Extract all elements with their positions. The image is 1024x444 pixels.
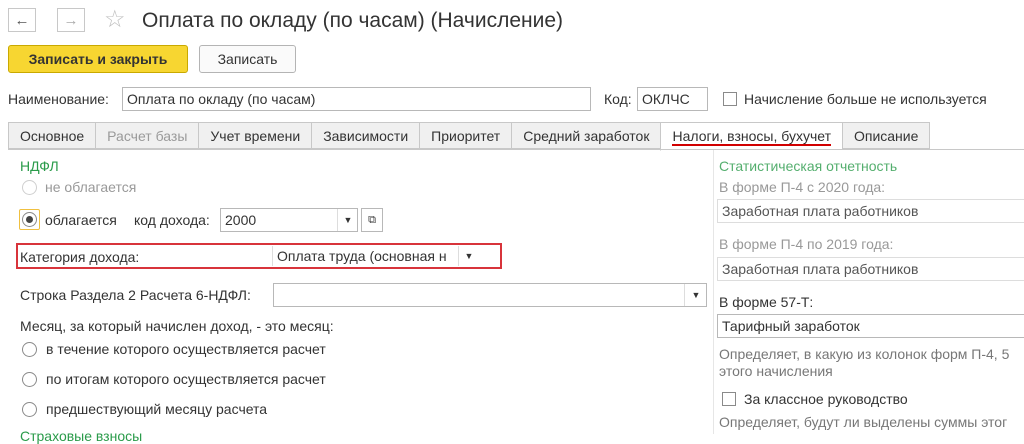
income-code-label: код дохода: bbox=[134, 212, 210, 228]
tab-base-calc[interactable]: Расчет базы bbox=[95, 122, 199, 149]
p4-2019-label: В форме П-4 по 2019 года: bbox=[719, 236, 894, 252]
class-guidance-label: За классное руководство bbox=[744, 391, 908, 407]
hint-line: Определяет, в какую из колонок форм П-4,… bbox=[719, 346, 1010, 362]
income-category-label: Категория дохода: bbox=[20, 249, 140, 265]
name-label: Наименование: bbox=[8, 91, 109, 107]
tab-time-tracking[interactable]: Учет времени bbox=[198, 122, 312, 149]
favorite-star-icon[interactable]: ☆ bbox=[104, 5, 126, 34]
p4-2020-label: В форме П-4 с 2020 года: bbox=[719, 179, 886, 195]
back-button[interactable]: ← bbox=[8, 8, 36, 32]
save-and-close-button[interactable]: Записать и закрыть bbox=[8, 45, 188, 73]
not-taxed-radio[interactable] bbox=[22, 180, 37, 195]
tab-panel-border bbox=[8, 149, 1024, 150]
taxed-label: облагается bbox=[45, 212, 117, 228]
chevron-down-icon[interactable]: ▼ bbox=[684, 284, 707, 306]
class-guidance-checkbox[interactable] bbox=[722, 392, 736, 406]
arrow-left-icon: ← bbox=[14, 11, 30, 29]
code-label: Код: bbox=[604, 91, 632, 107]
tab-priority[interactable]: Приоритет bbox=[419, 122, 512, 149]
tab-dependencies[interactable]: Зависимости bbox=[311, 122, 420, 149]
month-question-label: Месяц, за который начислен доход, - это … bbox=[20, 318, 334, 334]
tab-taxes[interactable]: Налоги, взносы, бухучет bbox=[660, 122, 842, 151]
tab-description[interactable]: Описание bbox=[841, 122, 931, 149]
p4-2020-field: Заработная плата работников bbox=[717, 199, 1024, 223]
income-category-select[interactable]: Оплата труда (основная н bbox=[272, 246, 480, 266]
p4-2019-field: Заработная плата работников bbox=[717, 257, 1024, 281]
hint-line: этого начисления bbox=[719, 363, 833, 379]
month-option-label: предшествующий месяцу расчета bbox=[46, 401, 268, 417]
f57-label: В форме 57-Т: bbox=[719, 294, 814, 310]
tab-main[interactable]: Основное bbox=[8, 122, 96, 149]
f57-select[interactable]: Тарифный заработок bbox=[717, 314, 1024, 338]
row-6ndfl-input[interactable] bbox=[273, 283, 707, 307]
not-taxed-label: не облагается bbox=[45, 179, 137, 195]
month-option-radio[interactable] bbox=[22, 402, 37, 417]
arrow-right-icon: → bbox=[63, 11, 79, 29]
chevron-down-icon[interactable]: ▼ bbox=[337, 209, 358, 231]
month-option-label: в течение которого осуществляется расчет bbox=[46, 341, 326, 357]
tab-bar: Основное Расчет базы Учет времени Зависи… bbox=[8, 122, 931, 151]
column-divider bbox=[713, 150, 714, 434]
insurance-section-title: Страховые взносы bbox=[20, 428, 143, 444]
page-title: Оплата по окладу (по часам) (Начисление) bbox=[142, 9, 564, 32]
chevron-down-icon[interactable]: ▼ bbox=[458, 246, 479, 266]
row-6ndfl-label: Строка Раздела 2 Расчета 6-НДФЛ: bbox=[20, 287, 251, 303]
unused-checkbox[interactable] bbox=[723, 92, 737, 106]
save-button[interactable]: Записать bbox=[199, 45, 296, 73]
forward-button[interactable]: → bbox=[57, 8, 85, 32]
month-option-label: по итогам которого осуществляется расчет bbox=[46, 371, 326, 387]
hint-line: Определяет, будут ли выделены суммы этог bbox=[719, 414, 1008, 430]
month-option-radio[interactable] bbox=[22, 342, 37, 357]
ndfl-section-title: НДФЛ bbox=[20, 158, 59, 174]
unused-label: Начисление больше не используется bbox=[744, 91, 987, 107]
tab-average-earnings[interactable]: Средний заработок bbox=[511, 122, 661, 149]
month-option-radio[interactable] bbox=[22, 372, 37, 387]
taxed-radio[interactable] bbox=[22, 212, 37, 227]
code-input[interactable]: ОКЛЧС bbox=[637, 87, 708, 111]
open-icon[interactable]: ⧉ bbox=[361, 208, 383, 232]
radio-selected-dot bbox=[26, 216, 33, 223]
name-input[interactable]: Оплата по окладу (по часам) bbox=[122, 87, 591, 111]
stats-section-title: Статистическая отчетность bbox=[719, 158, 898, 174]
